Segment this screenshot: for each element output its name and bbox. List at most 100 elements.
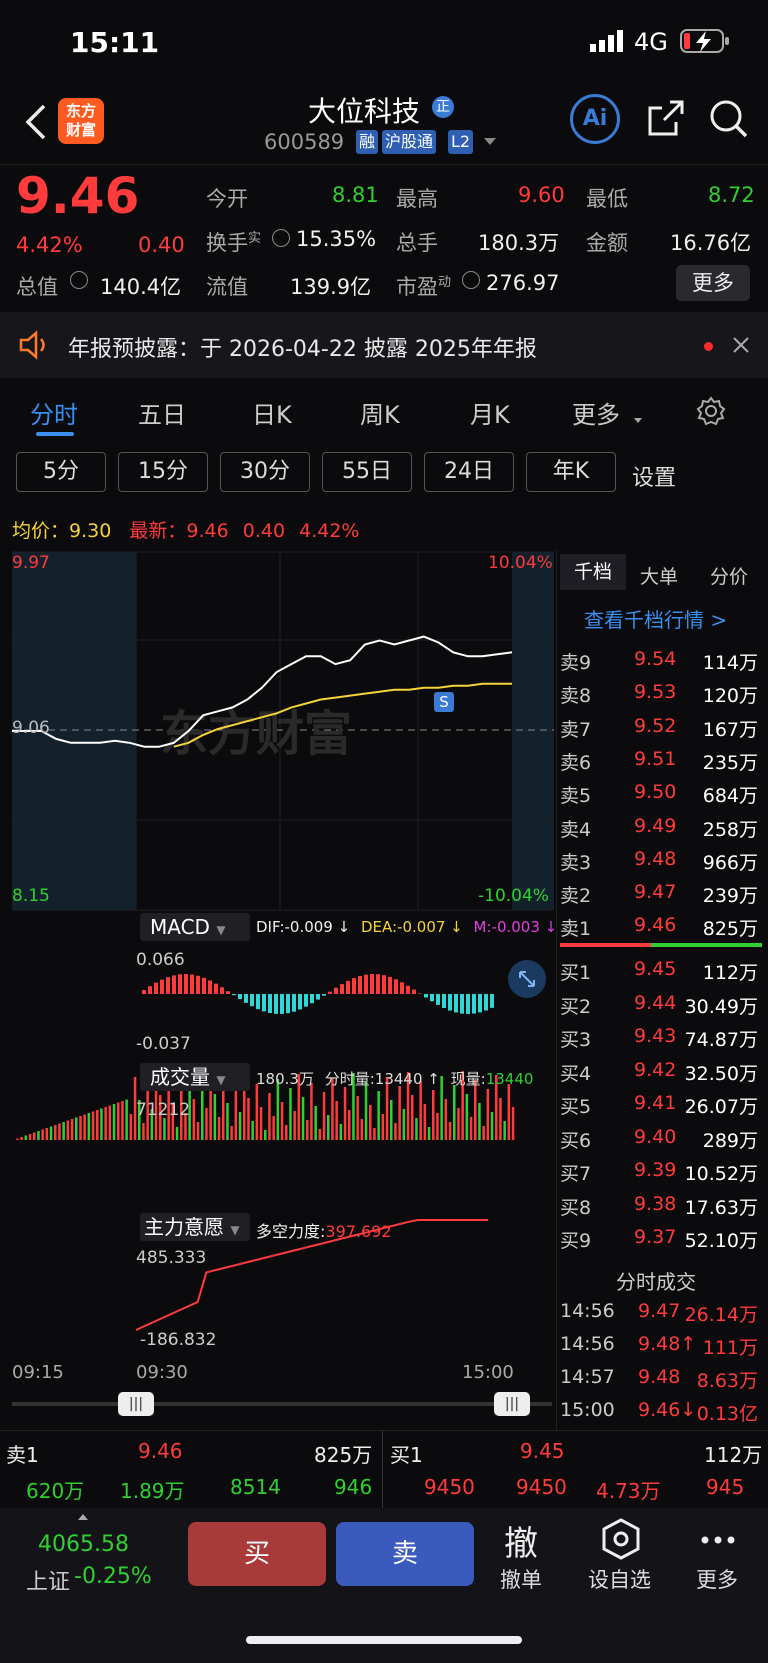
cancel-order-label[interactable]: 撤单 xyxy=(500,1564,542,1594)
sell-marker[interactable]: S xyxy=(434,692,454,712)
bid-row-3[interactable]: 买3 9.43 74.87万 xyxy=(558,1025,768,1055)
axis-min-pct: -10.04% xyxy=(478,886,549,906)
volume-bar xyxy=(427,1127,431,1140)
trade-row: 14:57 9.48 8.63万 xyxy=(558,1366,768,1396)
macd-bar xyxy=(154,982,158,994)
ob-level-label: 买8 xyxy=(560,1196,592,1219)
range-scrollbar[interactable] xyxy=(12,1402,552,1406)
gear-icon[interactable] xyxy=(696,396,726,430)
watchlist-icon[interactable] xyxy=(600,1518,642,1564)
ob-level-volume: 235万 xyxy=(702,751,758,774)
bid-row-6[interactable]: 买6 9.40 289万 xyxy=(558,1126,768,1156)
ask-row-1[interactable]: 卖9 9.54 114万 xyxy=(558,648,768,678)
search-icon[interactable] xyxy=(708,98,750,144)
range-handle-right[interactable]: ||| xyxy=(494,1392,530,1416)
info-icon[interactable] xyxy=(272,229,290,247)
tab-daily-k[interactable]: 日K xyxy=(252,395,292,430)
stock-title: 大位科技 xyxy=(308,95,421,128)
volume-bar xyxy=(318,1129,322,1140)
macd-bar xyxy=(460,994,464,1014)
close-icon[interactable] xyxy=(732,336,750,358)
info-icon[interactable] xyxy=(462,271,480,289)
bid-row-4[interactable]: 买4 9.42 32.50万 xyxy=(558,1059,768,1089)
tab-five-day[interactable]: 五日 xyxy=(138,395,186,430)
ask-row-8[interactable]: 卖2 9.47 239万 xyxy=(558,881,768,911)
macd-selector[interactable]: MACD ▼ xyxy=(140,913,250,941)
more-button[interactable]: 更多 xyxy=(676,265,750,301)
bid-row-9[interactable]: 买9 9.37 52.10万 xyxy=(558,1226,768,1256)
bid-row-8[interactable]: 买8 9.38 17.63万 xyxy=(558,1193,768,1223)
ob-tab-thousand[interactable]: 千档 xyxy=(560,554,626,590)
ask-row-2[interactable]: 卖8 9.53 120万 xyxy=(558,681,768,711)
ob-tab-price[interactable]: 分价 xyxy=(710,562,748,589)
volume-values: 180.3万 分时量:13440 ↑ 现量:13440 xyxy=(256,1070,534,1088)
trade-row: 14:56 9.48↑ 111万 xyxy=(558,1333,768,1363)
range-handle-left[interactable]: ||| xyxy=(118,1392,154,1416)
ai-button[interactable]: Ai xyxy=(570,94,620,144)
sell-button[interactable]: 卖 xyxy=(336,1522,474,1586)
subtab-year-k[interactable]: 年K xyxy=(526,452,616,492)
ask-row-7[interactable]: 卖3 9.48 966万 xyxy=(558,848,768,878)
ob-level-label: 买9 xyxy=(560,1230,592,1252)
unread-dot xyxy=(704,342,713,351)
ask-row-5[interactable]: 卖5 9.50 684万 xyxy=(558,781,768,811)
subtab-24day[interactable]: 24日 xyxy=(424,452,514,492)
macd-bar xyxy=(268,994,272,1014)
cancel-order-icon[interactable]: 撤 xyxy=(504,1516,538,1565)
subtab-15min[interactable]: 15分 xyxy=(118,452,208,492)
volume-bar xyxy=(255,1084,259,1140)
tab-monthly-k[interactable]: 月K xyxy=(470,395,510,430)
ob-level-label: 卖1 xyxy=(560,918,592,941)
index-value[interactable]: 4065.58 xyxy=(38,1532,129,1557)
expand-icon[interactable] xyxy=(508,960,546,998)
volume-selector[interactable]: 成交量 ▼ xyxy=(140,1063,250,1091)
bid-row-2[interactable]: 买2 9.44 30.49万 xyxy=(558,992,768,1022)
subtab-5min[interactable]: 5分 xyxy=(16,452,106,492)
buy1-cell-3: 4.73万 xyxy=(596,1479,661,1503)
tab-weekly-k[interactable]: 周K xyxy=(360,395,400,430)
macd-values: DIF:-0.009 ↓ DEA:-0.007 ↓ M:-0.003 ↓ xyxy=(256,918,558,936)
trade-time: 14:56 xyxy=(560,1333,615,1355)
buy-button[interactable]: 买 xyxy=(188,1522,326,1586)
share-icon[interactable] xyxy=(646,98,686,142)
tag-connect: 沪股通 xyxy=(382,130,437,154)
ask-row-4[interactable]: 卖6 9.51 235万 xyxy=(558,748,768,778)
macd-bar xyxy=(472,994,476,1014)
subtab-settings[interactable]: 设置 xyxy=(632,460,676,492)
more-dots-icon[interactable] xyxy=(700,1530,736,1549)
ob-view-link[interactable]: 查看千档行情 > xyxy=(584,604,727,633)
more-label[interactable]: 更多 xyxy=(696,1564,738,1594)
ask-row-9[interactable]: 卖1 9.46 825万 xyxy=(558,914,768,944)
trades-title[interactable]: 分时成交 xyxy=(616,1266,696,1295)
volume-bar xyxy=(49,1126,53,1140)
watchlist-label[interactable]: 设自选 xyxy=(588,1564,651,1594)
bid-row-5[interactable]: 买5 9.41 26.07万 xyxy=(558,1092,768,1122)
dropdown-caret-icon[interactable] xyxy=(484,138,496,145)
volume-bar xyxy=(33,1132,36,1140)
macd-bar xyxy=(322,994,326,996)
tab-more[interactable]: 更多 xyxy=(572,395,620,430)
index-name[interactable]: 上证 xyxy=(26,1564,70,1596)
volume-bar xyxy=(125,1099,128,1140)
info-icon[interactable] xyxy=(70,271,88,289)
notice-bar[interactable]: 年报预披露：于 2026-04-22 披露 2025年年报 xyxy=(0,312,768,378)
ob-tab-large[interactable]: 大单 xyxy=(640,562,678,589)
macd-bar xyxy=(352,978,356,994)
ob-level-volume: 120万 xyxy=(702,685,758,708)
ask-row-6[interactable]: 卖4 9.49 258万 xyxy=(558,815,768,845)
back-button[interactable] xyxy=(22,102,52,142)
main-force-selector[interactable]: 主力意愿 ▼ xyxy=(140,1213,250,1241)
ob-level-label: 买1 xyxy=(560,962,592,984)
subtab-30min[interactable]: 30分 xyxy=(220,452,310,492)
ask-row-3[interactable]: 卖7 9.52 167万 xyxy=(558,715,768,745)
subtab-55day[interactable]: 55日 xyxy=(322,452,412,492)
status-time: 15:11 xyxy=(70,26,160,59)
axis-mid: 9.06 xyxy=(12,718,50,738)
index-change[interactable]: -0.25% xyxy=(74,1564,152,1589)
volume-bar xyxy=(96,1110,99,1140)
tab-intraday[interactable]: 分时 xyxy=(30,395,78,430)
bid-row-1[interactable]: 买1 9.45 112万 xyxy=(558,958,768,988)
macd-bar xyxy=(292,994,296,1012)
ob-level-volume: 258万 xyxy=(702,818,758,841)
bid-row-7[interactable]: 买7 9.39 10.52万 xyxy=(558,1159,768,1189)
